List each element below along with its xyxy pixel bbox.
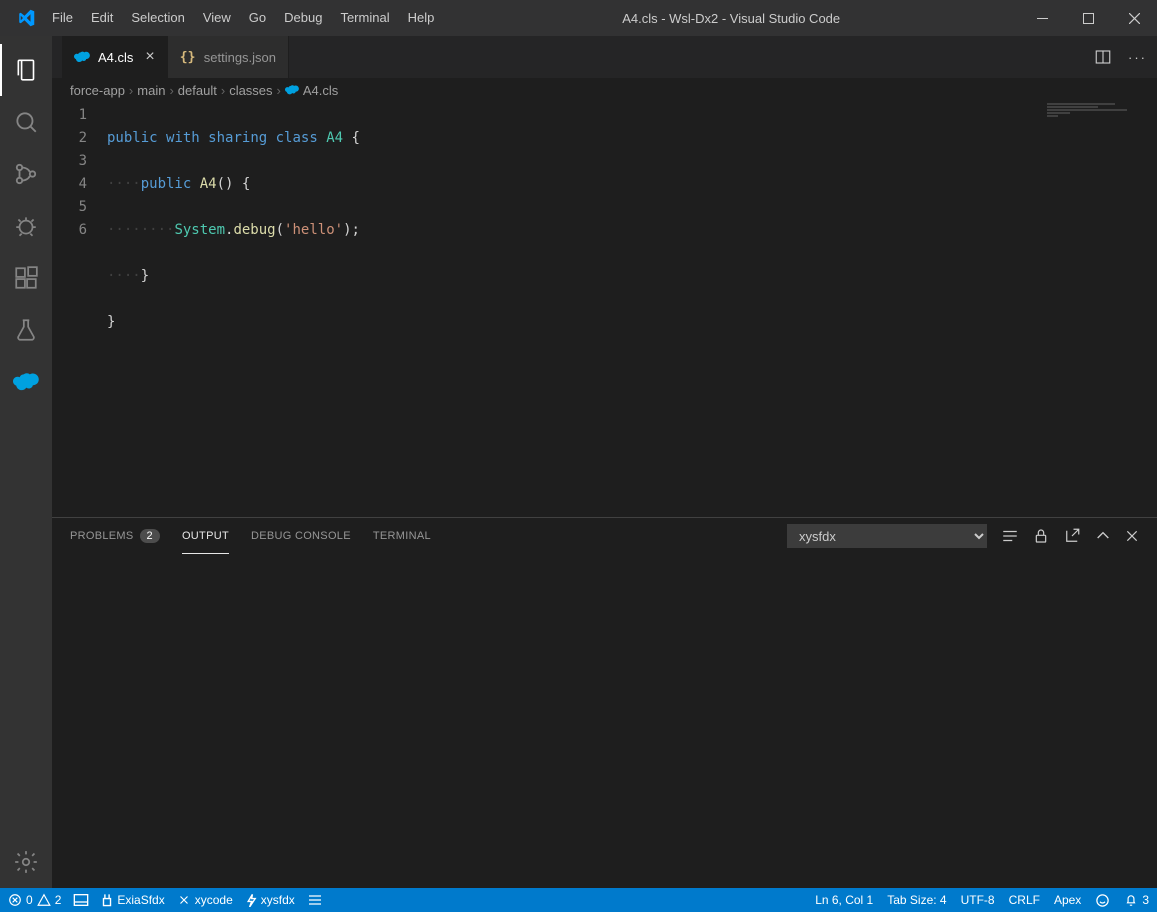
breadcrumb-seg[interactable]: classes: [229, 83, 272, 98]
settings-gear-icon[interactable]: [0, 836, 52, 888]
menu-go[interactable]: Go: [240, 0, 275, 36]
more-actions-icon[interactable]: ···: [1128, 50, 1147, 65]
code-area[interactable]: public with sharing class A4 { ····publi…: [107, 102, 1042, 517]
panel-tab-debug-console[interactable]: Debug Console: [251, 518, 351, 554]
line-number-gutter: 123 456: [52, 102, 107, 517]
close-icon[interactable]: ×: [145, 48, 154, 66]
lock-scroll-icon[interactable]: [1033, 528, 1049, 544]
breadcrumb-seg[interactable]: main: [137, 83, 165, 98]
breadcrumb-seg[interactable]: A4.cls: [303, 83, 338, 98]
salesforce-file-icon: [74, 49, 90, 65]
panel-tab-output[interactable]: Output: [182, 518, 229, 554]
status-language[interactable]: Apex: [1054, 893, 1081, 907]
json-file-icon: {}: [180, 49, 196, 65]
menu-file[interactable]: File: [43, 0, 82, 36]
maximize-button[interactable]: [1065, 0, 1111, 36]
maximize-panel-icon[interactable]: [1095, 528, 1111, 544]
salesforce-icon[interactable]: [0, 356, 52, 408]
test-icon[interactable]: [0, 304, 52, 356]
window-title: A4.cls - Wsl-Dx2 - Visual Studio Code: [443, 11, 1019, 26]
close-panel-icon[interactable]: [1125, 529, 1139, 543]
bottom-panel: Problems 2 Output Debug Console Terminal…: [52, 517, 1157, 888]
status-eol[interactable]: CRLF: [1009, 893, 1040, 907]
status-bar: 0 2 ExiaSfdx xycode xysfdx Ln 6, Col 1 T…: [0, 888, 1157, 912]
menu-bar: File Edit Selection View Go Debug Termin…: [43, 0, 443, 36]
split-editor-icon[interactable]: [1094, 48, 1112, 66]
status-ext-xycode[interactable]: xycode: [177, 893, 233, 907]
output-channel-select[interactable]: xysfdx: [787, 524, 987, 548]
breadcrumb-seg[interactable]: default: [178, 83, 217, 98]
vscode-logo: [8, 9, 43, 27]
activity-bar: [0, 36, 52, 888]
minimap[interactable]: [1042, 102, 1157, 517]
panel-tab-terminal[interactable]: Terminal: [373, 518, 431, 554]
menu-selection[interactable]: Selection: [122, 0, 193, 36]
status-tab-size[interactable]: Tab Size: 4: [887, 893, 946, 907]
status-line-col[interactable]: Ln 6, Col 1: [815, 893, 873, 907]
tab-a4cls[interactable]: A4.cls ×: [62, 36, 168, 78]
editor[interactable]: 123 456 public with sharing class A4 { ·…: [52, 102, 1157, 517]
breadcrumb[interactable]: force-app› main› default› classes› A4.cl…: [52, 78, 1157, 102]
panel-tab-problems[interactable]: Problems 2: [70, 518, 160, 554]
editor-tabs: A4.cls × {} settings.json ···: [52, 36, 1157, 78]
status-menu-icon[interactable]: [307, 893, 323, 907]
clear-output-icon[interactable]: [1001, 527, 1019, 545]
minimize-button[interactable]: [1019, 0, 1065, 36]
close-button[interactable]: [1111, 0, 1157, 36]
status-layout-icon[interactable]: [73, 893, 89, 907]
menu-edit[interactable]: Edit: [82, 0, 122, 36]
tab-label: A4.cls: [98, 50, 133, 65]
tab-settings-json[interactable]: {} settings.json: [168, 36, 289, 78]
status-notifications[interactable]: 3: [1124, 893, 1149, 908]
salesforce-file-icon: [285, 84, 299, 96]
menu-debug[interactable]: Debug: [275, 0, 331, 36]
debug-icon[interactable]: [0, 200, 52, 252]
search-icon[interactable]: [0, 96, 52, 148]
menu-view[interactable]: View: [194, 0, 240, 36]
tab-label: settings.json: [204, 50, 276, 65]
explorer-icon[interactable]: [0, 44, 52, 96]
problems-badge: 2: [140, 529, 160, 543]
menu-terminal[interactable]: Terminal: [331, 0, 398, 36]
titlebar: File Edit Selection View Go Debug Termin…: [0, 0, 1157, 36]
menu-help[interactable]: Help: [399, 0, 444, 36]
extensions-icon[interactable]: [0, 252, 52, 304]
breadcrumb-seg[interactable]: force-app: [70, 83, 125, 98]
source-control-icon[interactable]: [0, 148, 52, 200]
status-errors-warnings[interactable]: 0 2: [8, 893, 61, 907]
open-log-icon[interactable]: [1063, 527, 1081, 545]
status-feedback-icon[interactable]: [1095, 893, 1110, 908]
output-body[interactable]: [52, 554, 1157, 888]
status-ext-xysfdx[interactable]: xysfdx: [245, 893, 295, 907]
status-ext-exiasfdx[interactable]: ExiaSfdx: [101, 893, 164, 907]
status-encoding[interactable]: UTF-8: [961, 893, 995, 907]
